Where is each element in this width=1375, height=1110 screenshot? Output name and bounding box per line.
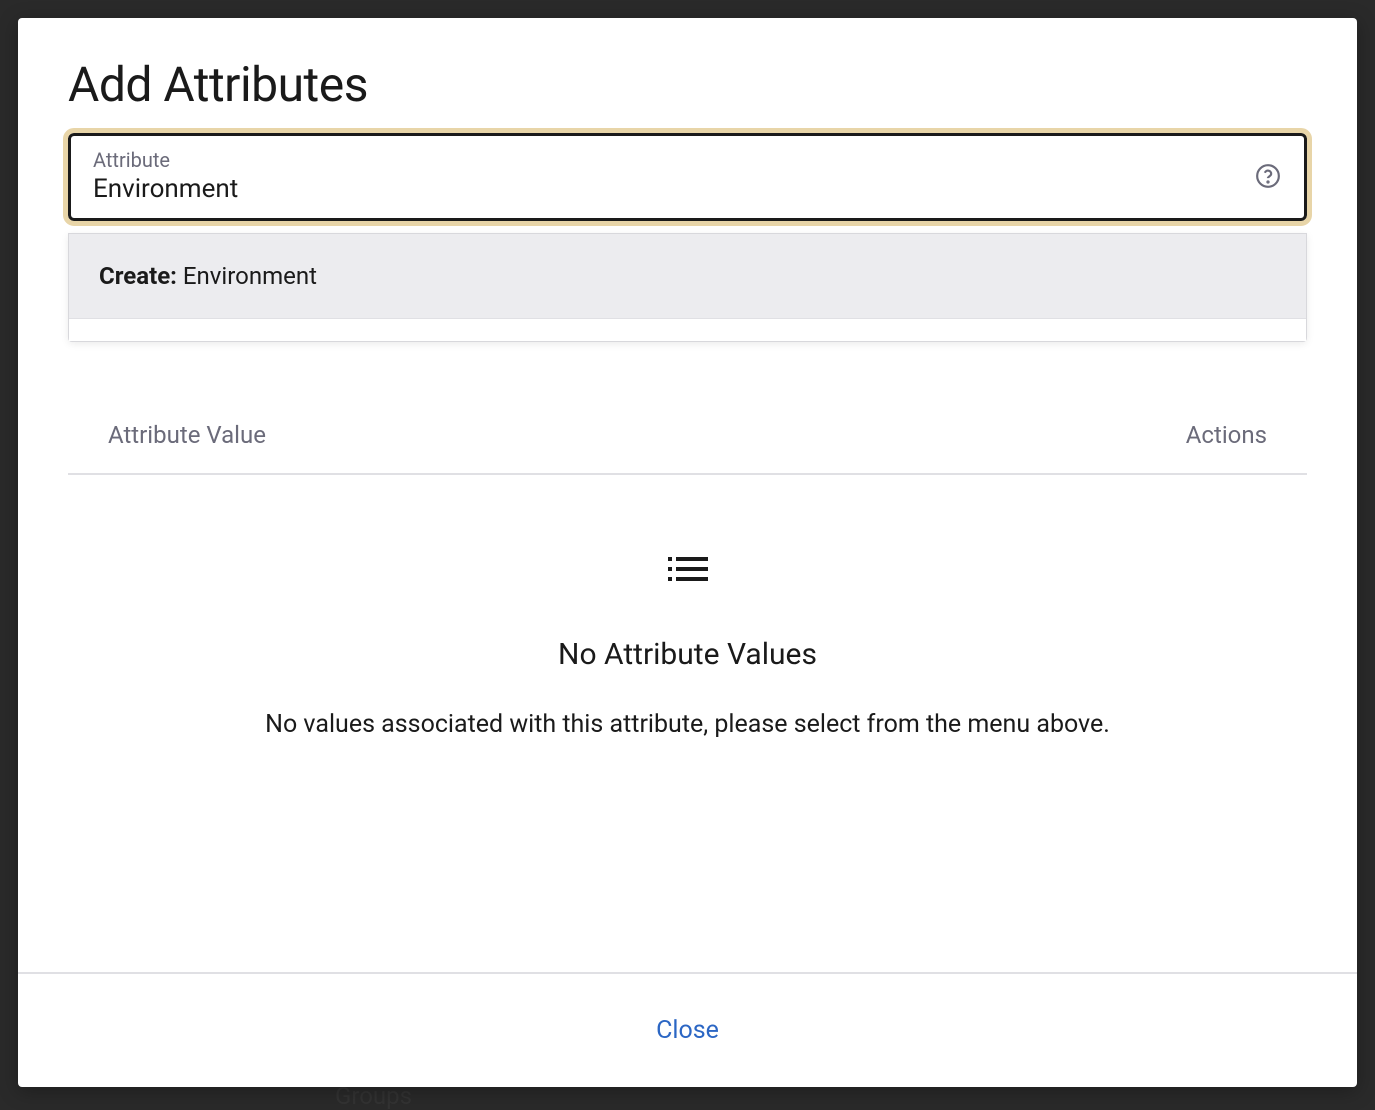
close-button[interactable]: Close — [638, 1010, 737, 1051]
modal-footer: Close — [18, 972, 1357, 1087]
dropdown-spacer — [69, 319, 1306, 341]
help-icon[interactable] — [1254, 162, 1282, 190]
add-attributes-modal: Add Attributes Attribute Create: Environ… — [18, 18, 1357, 1087]
empty-state-text: No values associated with this attribute… — [265, 710, 1110, 739]
modal-title: Add Attributes — [68, 56, 1307, 113]
list-icon — [668, 555, 708, 587]
dropdown-create-value: Environment — [183, 262, 317, 290]
dropdown-create-option[interactable]: Create: Environment — [69, 234, 1306, 319]
column-attribute-value: Attribute Value — [108, 421, 266, 449]
attribute-input-label: Attribute — [93, 148, 1254, 172]
column-actions: Actions — [1186, 421, 1267, 449]
empty-state-title: No Attribute Values — [558, 637, 817, 672]
dropdown-create-prefix: Create: — [99, 262, 177, 290]
values-table-header: Attribute Value Actions — [68, 421, 1307, 475]
modal-body: Attribute Create: Environment Attribute … — [18, 133, 1357, 972]
modal-header: Add Attributes — [18, 18, 1357, 133]
attribute-input[interactable] — [93, 174, 1254, 204]
empty-state: No Attribute Values No values associated… — [68, 475, 1307, 779]
attribute-dropdown: Create: Environment — [68, 233, 1307, 342]
attribute-input-wrapper[interactable]: Attribute — [68, 133, 1307, 221]
